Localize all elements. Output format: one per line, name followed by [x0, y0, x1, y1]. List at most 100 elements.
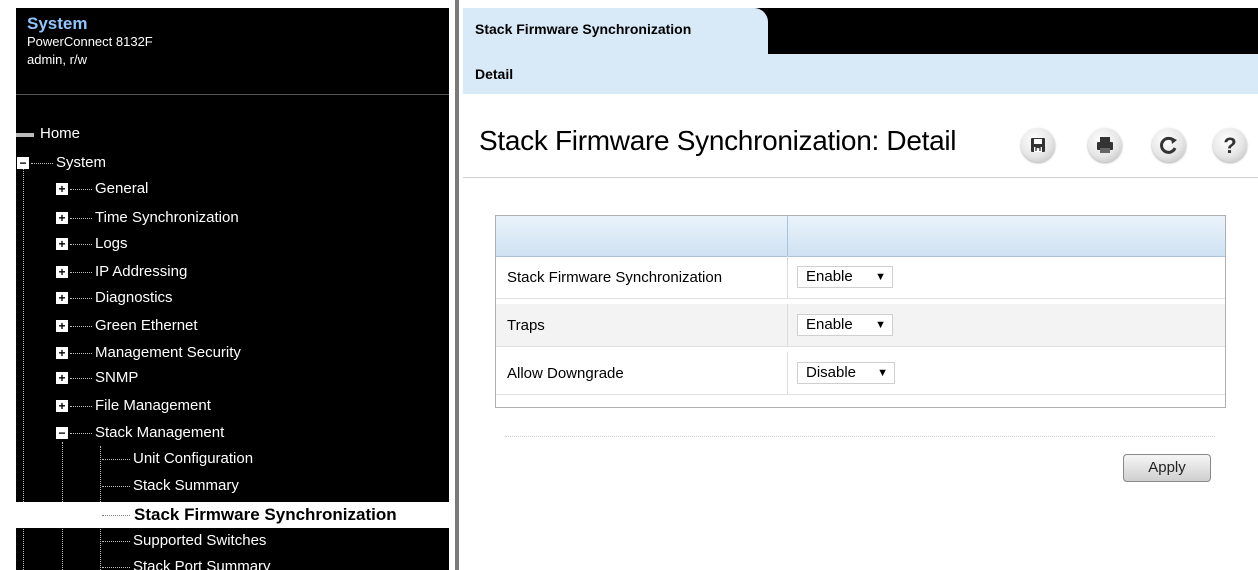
column-divider: [787, 304, 788, 346]
help-icon[interactable]: ?: [1213, 128, 1247, 162]
user-session: admin, r/w: [27, 52, 87, 67]
tree-item-ip-addressing[interactable]: + IP Addressing: [16, 259, 449, 285]
select-value: Enable: [806, 268, 853, 285]
tree-item-label: System: [56, 154, 107, 171]
tree-connector: [31, 163, 53, 164]
tree-item-label: Stack Management: [95, 424, 225, 441]
expand-icon[interactable]: +: [56, 347, 68, 359]
refresh-icon[interactable]: [1152, 128, 1186, 162]
tree-item-system[interactable]: − System: [16, 150, 449, 176]
collapse-icon[interactable]: −: [17, 157, 29, 169]
apply-button[interactable]: Apply: [1123, 454, 1211, 482]
help-icon-glyph: ?: [1223, 133, 1236, 158]
tree-item-label: Home: [40, 125, 81, 142]
tree-connector: [70, 353, 92, 354]
traps-select[interactable]: Enable ▼: [797, 314, 893, 336]
expand-icon[interactable]: +: [56, 292, 68, 304]
tree-item-management-security[interactable]: + Management Security: [16, 340, 449, 366]
table-header: [496, 216, 1225, 257]
sub-navigation: Detail: [463, 54, 1258, 94]
row-label: Traps: [507, 317, 545, 334]
tree-connector: [102, 541, 130, 542]
tree-item-label: General: [95, 180, 149, 197]
tree-item-home[interactable]: Home: [16, 121, 449, 147]
tree-connector: [102, 567, 130, 568]
tree-connector: [70, 298, 92, 299]
tree-connector: [70, 378, 92, 379]
tree-item-stack-firmware-synchronization[interactable]: Stack Firmware Synchronization: [16, 502, 449, 528]
row-label: Allow Downgrade: [507, 365, 624, 382]
tree-connector: [70, 244, 92, 245]
collapse-icon[interactable]: −: [56, 427, 68, 439]
tree-item-time-synchronization[interactable]: + Time Synchronization: [16, 205, 449, 231]
svg-text:H: H: [1035, 143, 1042, 153]
row-label: Stack Firmware Synchronization: [507, 269, 723, 286]
tree-connector: [70, 189, 92, 190]
expand-icon[interactable]: +: [56, 400, 68, 412]
print-icon-glyph: [1097, 137, 1113, 153]
dropdown-arrow-icon[interactable]: ▼: [877, 363, 888, 383]
tree-item-label: Supported Switches: [133, 532, 267, 549]
device-model: PowerConnect 8132F: [27, 34, 153, 49]
tree-item-label: Diagnostics: [95, 289, 173, 306]
tree-item-general[interactable]: + General: [16, 176, 449, 202]
tree-item-label: Logs: [95, 235, 128, 252]
tree-item-label: Stack Summary: [133, 477, 239, 494]
expand-icon[interactable]: +: [56, 266, 68, 278]
tree-connector: [70, 326, 92, 327]
subtab-detail[interactable]: Detail: [475, 66, 513, 82]
dropdown-arrow-icon[interactable]: ▼: [875, 267, 886, 287]
expand-icon[interactable]: +: [56, 212, 68, 224]
tree-connector: [70, 433, 92, 434]
tree-item-label: IP Addressing: [95, 263, 188, 280]
tree-item-stack-port-summary[interactable]: Stack Port Summary: [16, 554, 449, 570]
tree-item-label: Stack Firmware Synchronization: [134, 505, 397, 524]
stack-firmware-sync-select[interactable]: Enable ▼: [797, 266, 893, 288]
tree-item-unit-configuration[interactable]: Unit Configuration: [16, 446, 449, 472]
home-icon: [16, 133, 34, 137]
column-divider: [787, 216, 788, 256]
tree-item-logs[interactable]: + Logs: [16, 231, 449, 257]
print-icon[interactable]: [1088, 128, 1122, 162]
page-title: Stack Firmware Synchronization: Detail: [479, 125, 957, 156]
table-row: Traps Enable ▼: [496, 304, 1225, 347]
system-title: System: [27, 14, 88, 33]
tree-item-stack-management[interactable]: − Stack Management: [16, 420, 449, 446]
tree-item-label: Time Synchronization: [95, 209, 239, 226]
table-row: Stack Firmware Synchronization Enable ▼: [496, 256, 1225, 299]
expand-icon[interactable]: +: [56, 372, 68, 384]
expand-icon[interactable]: +: [56, 320, 68, 332]
column-divider: [787, 352, 788, 394]
panel-divider[interactable]: [455, 0, 459, 570]
settings-table: Stack Firmware Synchronization Enable ▼ …: [495, 215, 1226, 408]
select-value: Enable: [806, 316, 853, 333]
tree-item-label: File Management: [95, 397, 211, 414]
expand-icon[interactable]: +: [56, 183, 68, 195]
allow-downgrade-select[interactable]: Disable ▼: [797, 362, 895, 384]
select-value: Disable: [806, 364, 857, 381]
tree-item-diagnostics[interactable]: + Diagnostics: [16, 285, 449, 311]
refresh-icon-glyph: [1160, 136, 1177, 154]
tree-item-stack-summary[interactable]: Stack Summary: [16, 473, 449, 499]
tree-item-snmp[interactable]: + SNMP: [16, 365, 449, 391]
tree-item-green-ethernet[interactable]: + Green Ethernet: [16, 313, 449, 339]
system-header: System PowerConnect 8132F admin, r/w: [16, 8, 449, 95]
tab-stack-firmware-synchronization[interactable]: Stack Firmware Synchronization: [463, 8, 768, 54]
tree-connector: [102, 459, 130, 460]
dropdown-arrow-icon[interactable]: ▼: [875, 315, 886, 335]
tree-connector: [70, 272, 92, 273]
main-content: Stack Firmware Synchronization Detail St…: [455, 0, 1258, 570]
tree-connector: [70, 406, 92, 407]
tree-item-label: SNMP: [95, 369, 139, 386]
column-divider: [787, 256, 788, 298]
tree-connector: [70, 218, 92, 219]
tree-item-supported-switches[interactable]: Supported Switches: [16, 528, 449, 554]
tree-item-label: Unit Configuration: [133, 450, 254, 467]
svg-text:?: ?: [1223, 133, 1236, 158]
navigation-panel: System PowerConnect 8132F admin, r/w Hom…: [16, 8, 449, 570]
tree-connector: [102, 486, 130, 487]
save-icon[interactable]: H: [1021, 128, 1055, 162]
form-divider: [505, 436, 1215, 437]
expand-icon[interactable]: +: [56, 238, 68, 250]
tree-item-file-management[interactable]: + File Management: [16, 393, 449, 419]
